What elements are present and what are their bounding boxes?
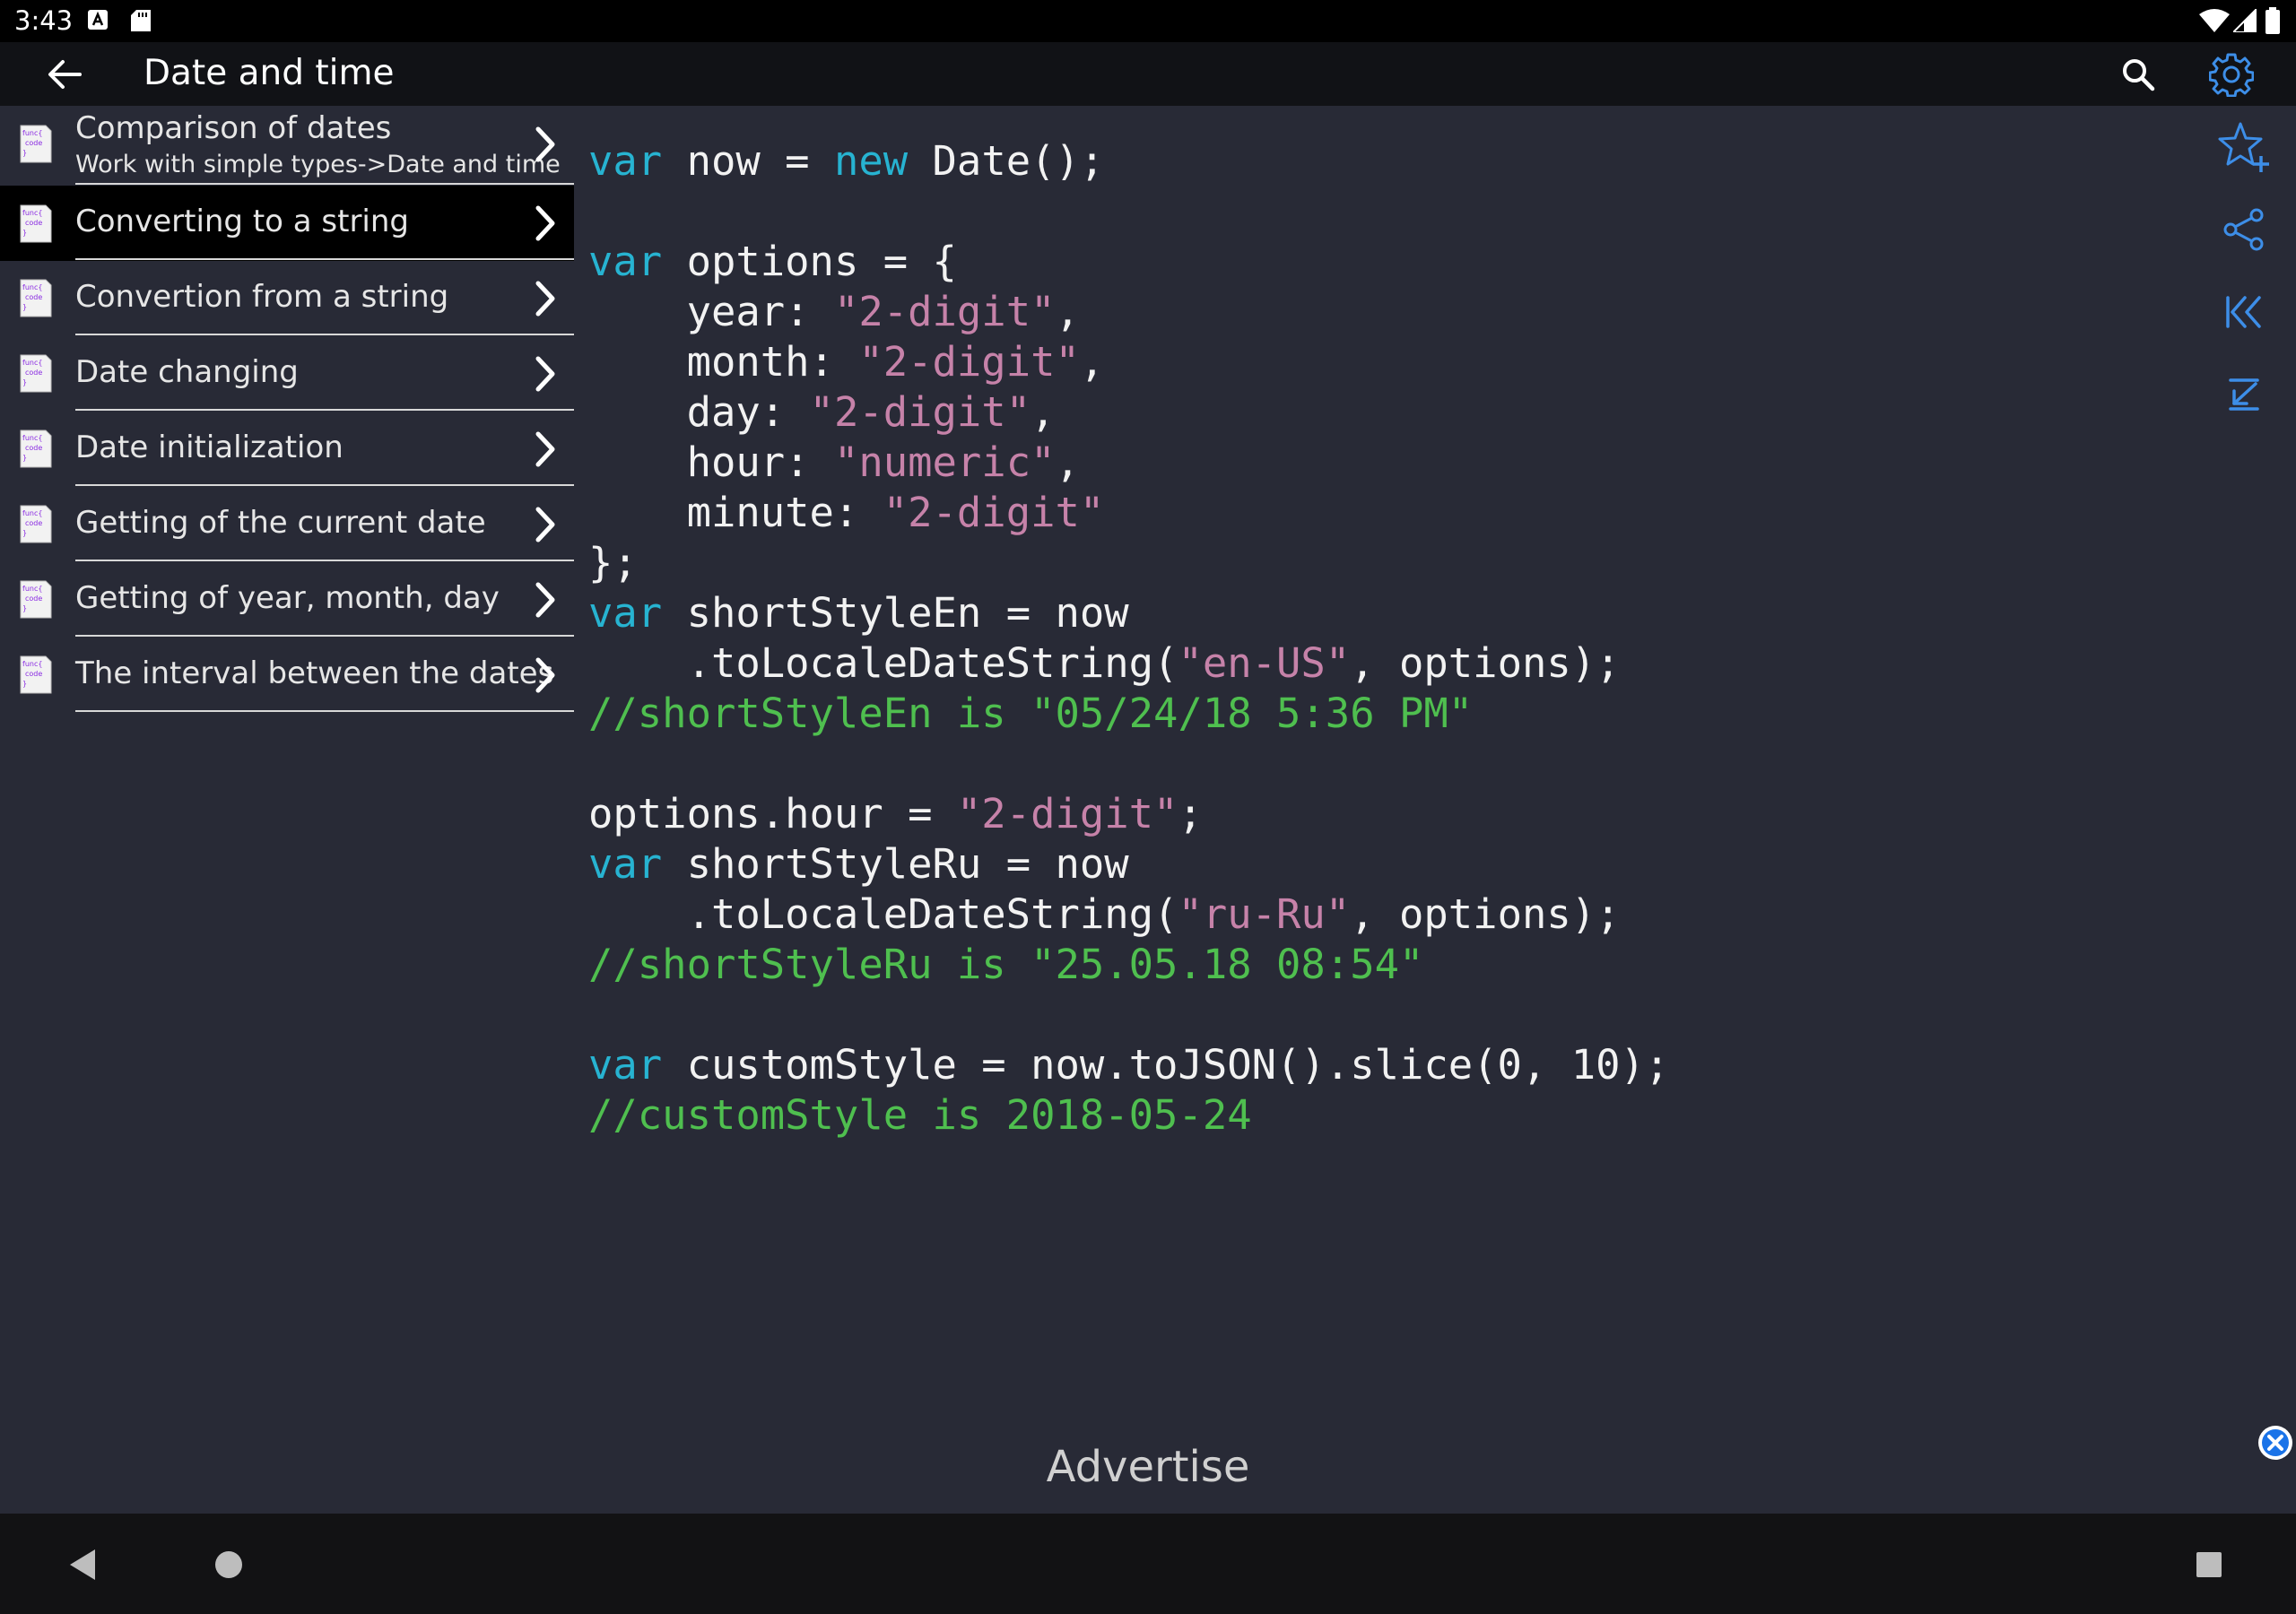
code-file-icon: func{ code } [20, 125, 52, 163]
code-view: var now = new Date(); var options = { ye… [588, 137, 1670, 1139]
chevron-right-icon [535, 205, 555, 241]
add-favorite-button[interactable] [2213, 117, 2274, 178]
list-item-the-interval-between-the-dates[interactable]: func{ code } The interval between the da… [0, 637, 574, 712]
chevron-right-icon [535, 507, 555, 542]
svg-text:code: code [25, 139, 42, 147]
code-file-icon: func{ code } [20, 505, 52, 543]
chevron-right-icon [535, 657, 555, 693]
svg-text:func{: func{ [22, 509, 42, 517]
close-icon[interactable] [2257, 1424, 2294, 1462]
app-toolbar: Date and time [0, 42, 2296, 106]
list-item-getting-of-the-current-date[interactable]: func{ code } Getting of the current date [0, 486, 574, 561]
arrow-left-icon [48, 59, 82, 89]
gear-icon [2208, 53, 2254, 97]
page-title: Date and time [144, 53, 395, 93]
code-file-icon: func{ code } [20, 354, 52, 393]
status-bar: 3:43 [0, 0, 2296, 42]
list-item-comparison-of-dates[interactable]: func{ code } Comparison of dates Work wi… [0, 106, 574, 185]
chevron-right-icon [535, 281, 555, 317]
back-button[interactable] [32, 42, 96, 106]
divider [75, 183, 574, 185]
list-item-converting-to-a-string[interactable]: func{ code } Converting to a string [0, 186, 574, 261]
svg-text:func{: func{ [22, 129, 42, 137]
star-plus-icon [2218, 122, 2269, 172]
list-item-date-initialization[interactable]: func{ code } Date initialization [0, 411, 574, 486]
svg-text:}: } [22, 229, 27, 237]
svg-text:}: } [22, 454, 27, 462]
search-button[interactable] [2106, 42, 2170, 106]
svg-text:code: code [25, 219, 42, 227]
chevron-right-icon [535, 356, 555, 392]
svg-text:}: } [22, 149, 27, 157]
battery-icon [2266, 7, 2280, 34]
list-item-label: Date changing [75, 354, 299, 390]
status-time: 3:43 [14, 5, 74, 36]
list-item-label: The interval between the dates [75, 655, 554, 691]
nav-home-icon[interactable] [213, 1549, 244, 1580]
list-item-subtitle: Work with simple types->Date and time [75, 151, 561, 178]
share-icon [2223, 208, 2264, 251]
list-item-getting-of-year-month-day[interactable]: func{ code } Getting of year, month, day [0, 561, 574, 637]
code-file-icon: func{ code } [20, 580, 52, 619]
list-item-label: Getting of the current date [75, 505, 486, 541]
sd-card-icon [131, 10, 151, 31]
code-file-icon: func{ code } [20, 655, 52, 694]
scroll-to-bottom-button[interactable] [2213, 364, 2274, 425]
keyboard-indicator-icon [88, 10, 108, 30]
system-nav-bar [0, 1514, 2296, 1614]
topic-list: func{ code } Comparison of dates Work wi… [0, 106, 574, 733]
list-item-label: Converting to a string [75, 204, 410, 239]
svg-text:code: code [25, 293, 42, 301]
svg-text:code: code [25, 444, 42, 452]
list-item-label: Date initialization [75, 430, 344, 465]
list-item-label: Getting of year, month, day [75, 580, 500, 616]
svg-text:code: code [25, 369, 42, 377]
divider [75, 710, 574, 712]
advertise-banner[interactable]: Advertise [0, 1442, 2296, 1492]
svg-text:func{: func{ [22, 209, 42, 217]
nav-back-icon[interactable] [66, 1548, 97, 1582]
chevron-right-icon [535, 431, 555, 467]
svg-text:}: } [22, 303, 27, 311]
signal-icon [2233, 9, 2257, 32]
chevron-right-icon [535, 582, 555, 618]
nav-recents-icon[interactable] [2196, 1551, 2222, 1578]
code-file-icon: func{ code } [20, 204, 52, 243]
code-file-icon: func{ code } [20, 430, 52, 468]
share-button[interactable] [2213, 199, 2274, 260]
svg-text:func{: func{ [22, 434, 42, 442]
list-item-label: Comparison of dates [75, 110, 392, 146]
list-item-date-changing[interactable]: func{ code } Date changing [0, 335, 574, 411]
svg-text:func{: func{ [22, 660, 42, 668]
svg-text:func{: func{ [22, 283, 42, 291]
scroll-to-bottom-icon [2229, 378, 2259, 411]
svg-text:}: } [22, 604, 27, 612]
list-item-convertion-from-a-string[interactable]: func{ code } Convertion from a string [0, 260, 574, 335]
svg-text:}: } [22, 680, 27, 688]
code-file-icon: func{ code } [20, 279, 52, 317]
go-to-first-button[interactable] [2213, 282, 2274, 343]
svg-text:func{: func{ [22, 359, 42, 367]
svg-text:code: code [25, 594, 42, 603]
svg-text:func{: func{ [22, 585, 42, 593]
svg-text:}: } [22, 529, 27, 537]
svg-text:}: } [22, 378, 27, 386]
skip-to-first-icon [2226, 296, 2261, 328]
svg-text:code: code [25, 670, 42, 678]
chevron-right-icon [535, 126, 555, 162]
search-icon [2122, 58, 2154, 91]
wifi-icon [2199, 9, 2230, 32]
list-item-label: Convertion from a string [75, 279, 449, 315]
svg-text:code: code [25, 519, 42, 527]
settings-button[interactable] [2199, 42, 2263, 106]
